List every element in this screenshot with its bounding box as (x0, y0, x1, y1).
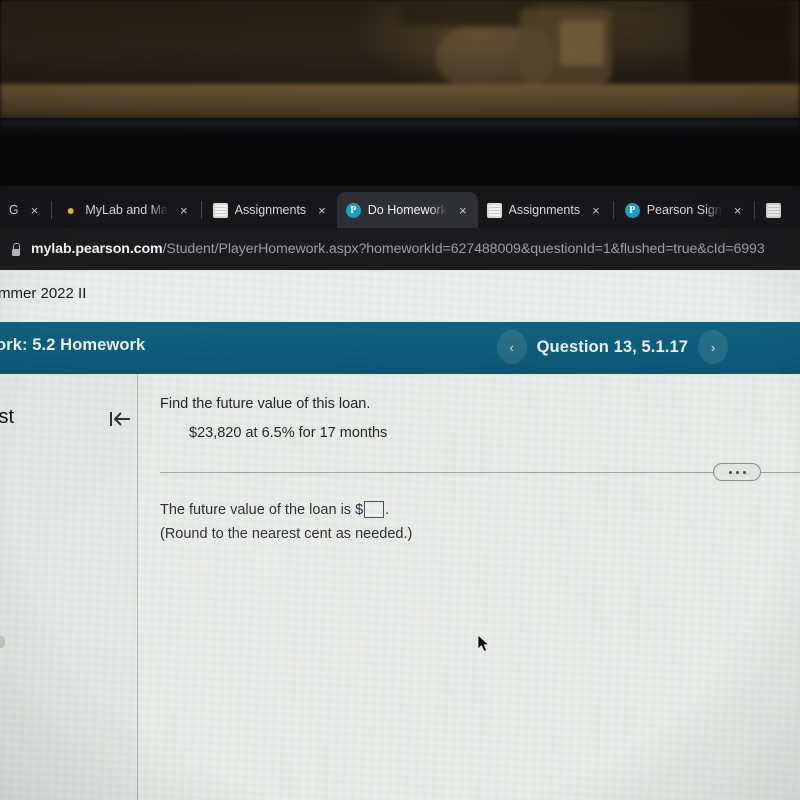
browser-tab-label: Assignments (234, 203, 307, 217)
tab-separator (51, 201, 53, 219)
course-header: mmer 2022 II (0, 270, 800, 322)
laptop-screen-photo: G × ● MyLab and Ma × Assignments × P Do … (0, 0, 800, 800)
browser-tab-label: G (9, 203, 19, 217)
browser-tab-label: Pearson Sign (646, 203, 722, 217)
close-icon[interactable]: × (729, 204, 747, 217)
close-icon[interactable]: × (454, 204, 472, 217)
close-icon[interactable]: × (313, 204, 331, 217)
answer-prefix-label: The future value of the loan is $ (160, 501, 364, 518)
question-navigation: ‹ Question 13, 5.1.17 › (496, 330, 728, 364)
browser-tab-pearson-sign-in[interactable]: P Pearson Sign × (616, 192, 753, 228)
background-box (690, 0, 792, 82)
close-icon[interactable]: × (175, 204, 193, 217)
document-icon (212, 202, 228, 218)
homework-header-bar: ork: 5.2 Homework ‹ Question 13, 5.1.17 … (0, 322, 800, 374)
document-icon (486, 202, 502, 218)
question-number-label: Question 13, 5.1.17 (536, 337, 688, 356)
browser-tab-mylab-and-mastering[interactable]: ● MyLab and Ma × (54, 192, 198, 228)
browser-tab-do-homework[interactable]: P Do Homework × (336, 192, 478, 228)
tab-separator (200, 201, 202, 219)
more-options-icon[interactable] (713, 463, 761, 481)
lock-icon (10, 242, 21, 256)
answer-suffix-label: . (385, 501, 390, 518)
rounding-instruction: (Round to the nearest cent as needed.) (160, 526, 413, 542)
browser-tab-assignments-2[interactable]: Assignments × (478, 192, 611, 228)
mylab-page: mmer 2022 II ork: 5.2 Homework ‹ Questio… (0, 270, 800, 800)
answer-line: The future value of the loan is $ . (160, 501, 389, 518)
browser-tab-label: MyLab and Ma (85, 203, 169, 217)
url-host: mylab.pearson.com (31, 241, 163, 257)
browser-tab-label: Do Homework (367, 203, 447, 217)
browser-tab-strip: G × ● MyLab and Ma × Assignments × P Do … (0, 186, 800, 228)
background-mug-highlight (560, 20, 604, 66)
course-name: mmer 2022 II (0, 285, 87, 302)
background-object (398, 0, 538, 26)
browser-chrome: G × ● MyLab and Ma × Assignments × P Do … (0, 186, 800, 270)
next-question-button[interactable]: › (698, 330, 728, 364)
browser-tab-label: Assignments (508, 203, 581, 217)
url-text: mylab.pearson.com/Student/PlayerHomework… (31, 241, 765, 257)
question-list-title: ist (0, 406, 14, 428)
browser-tab-partial[interactable] (757, 192, 787, 228)
browser-tab-assignments-1[interactable]: Assignments × (204, 192, 337, 228)
homework-title: ork: 5.2 Homework (0, 336, 146, 354)
address-bar[interactable]: mylab.pearson.com/Student/PlayerHomework… (0, 228, 800, 270)
background-shelf (0, 84, 800, 118)
mylab-icon: ● (66, 202, 76, 218)
question-list-rail: ist (0, 374, 138, 800)
previous-question-button[interactable]: ‹ (496, 330, 527, 364)
tab-separator (754, 201, 756, 219)
rail-marker (0, 636, 5, 648)
document-icon (766, 202, 782, 218)
question-prompt: Find the future value of this loan. (160, 396, 371, 412)
bezel-highlight (0, 120, 800, 134)
question-given-values: $23,820 at 6.5% for 17 months (189, 425, 388, 441)
close-icon[interactable]: × (587, 204, 605, 217)
close-icon[interactable]: × (26, 204, 44, 217)
pearson-icon: P (345, 202, 361, 218)
tab-separator (612, 201, 614, 219)
pearson-icon: P (624, 202, 640, 218)
room-background (0, 0, 800, 132)
browser-tab-google[interactable]: G × (0, 192, 49, 228)
answer-input[interactable] (364, 501, 385, 518)
question-body: Find the future value of this loan. $23,… (139, 374, 800, 800)
url-path: /Student/PlayerHomework.aspx?homeworkId=… (162, 241, 765, 257)
collapse-left-icon[interactable] (108, 408, 134, 430)
section-divider (160, 472, 800, 473)
